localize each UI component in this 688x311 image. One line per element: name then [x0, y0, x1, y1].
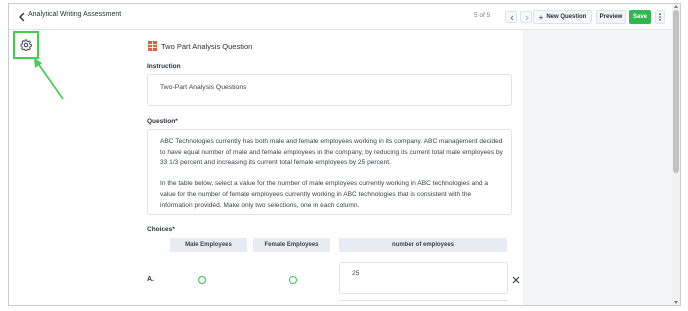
remove-choice-icon[interactable]: [512, 276, 520, 284]
annotation-arrow: [34, 58, 64, 100]
table-grid-icon: [148, 41, 157, 51]
question-text: ABC Technologies currently has both male…: [160, 137, 505, 222]
choice-value: 25: [352, 270, 360, 277]
choice-row-label: A.: [147, 276, 154, 283]
settings-button[interactable]: [13, 31, 39, 59]
previous-question-button[interactable]: [505, 11, 517, 23]
question-pager: 5 of 5: [474, 12, 491, 19]
scroll-down-icon[interactable]: [674, 301, 678, 304]
instruction-value: Two-Part Analysis Questions: [160, 84, 247, 91]
question-editor: Two Part Analysis Question Instruction T…: [136, 30, 523, 305]
column-header-number: number of employees: [339, 238, 507, 252]
more-options-button[interactable]: [655, 10, 665, 24]
top-bar: Analytical Writing Assessment 5 of 5 + N…: [9, 4, 672, 30]
next-question-button[interactable]: [520, 11, 532, 23]
question-paragraph: ABC Technologies currently has both male…: [160, 138, 503, 167]
column-header-female: Female Employees: [253, 238, 330, 252]
preview-button[interactable]: Preview: [596, 10, 626, 24]
instruction-field[interactable]: Two-Part Analysis Questions: [147, 74, 512, 106]
instruction-label: Instruction: [147, 63, 181, 70]
back-chevron-icon[interactable]: [17, 11, 27, 23]
question-label: Question*: [147, 118, 178, 125]
vertical-dots-icon: [659, 13, 661, 21]
vertical-scrollbar[interactable]: [672, 4, 680, 305]
question-type-header: Two Part Analysis Question: [148, 41, 252, 51]
app-window: Analytical Writing Assessment 5 of 5 + N…: [8, 3, 681, 306]
right-panel: [523, 30, 672, 305]
gear-icon: [20, 39, 32, 51]
scroll-up-icon[interactable]: [674, 5, 678, 8]
new-question-label: New Question: [546, 14, 587, 20]
female-employees-radio[interactable]: [289, 276, 297, 284]
left-rail: [9, 30, 136, 305]
chevron-left-icon: [510, 15, 514, 21]
question-field[interactable]: ABC Technologies currently has both male…: [147, 129, 512, 215]
chevron-right-icon: [525, 15, 529, 21]
column-header-male: Male Employees: [170, 238, 247, 252]
question-type-title: Two Part Analysis Question: [161, 41, 253, 51]
scrollbar-thumb[interactable]: [673, 10, 679, 173]
plus-icon: +: [538, 12, 544, 22]
question-paragraph: In the table below, select a value for t…: [160, 180, 489, 209]
new-question-button[interactable]: + New Question: [533, 10, 592, 24]
next-choice-input[interactable]: [339, 300, 508, 305]
save-button[interactable]: Save: [629, 10, 651, 24]
male-employees-radio[interactable]: [198, 276, 206, 284]
page-title: Analytical Writing Assessment: [28, 11, 122, 18]
choices-label: Choices*: [147, 226, 175, 233]
choice-value-input[interactable]: 25: [339, 262, 508, 294]
